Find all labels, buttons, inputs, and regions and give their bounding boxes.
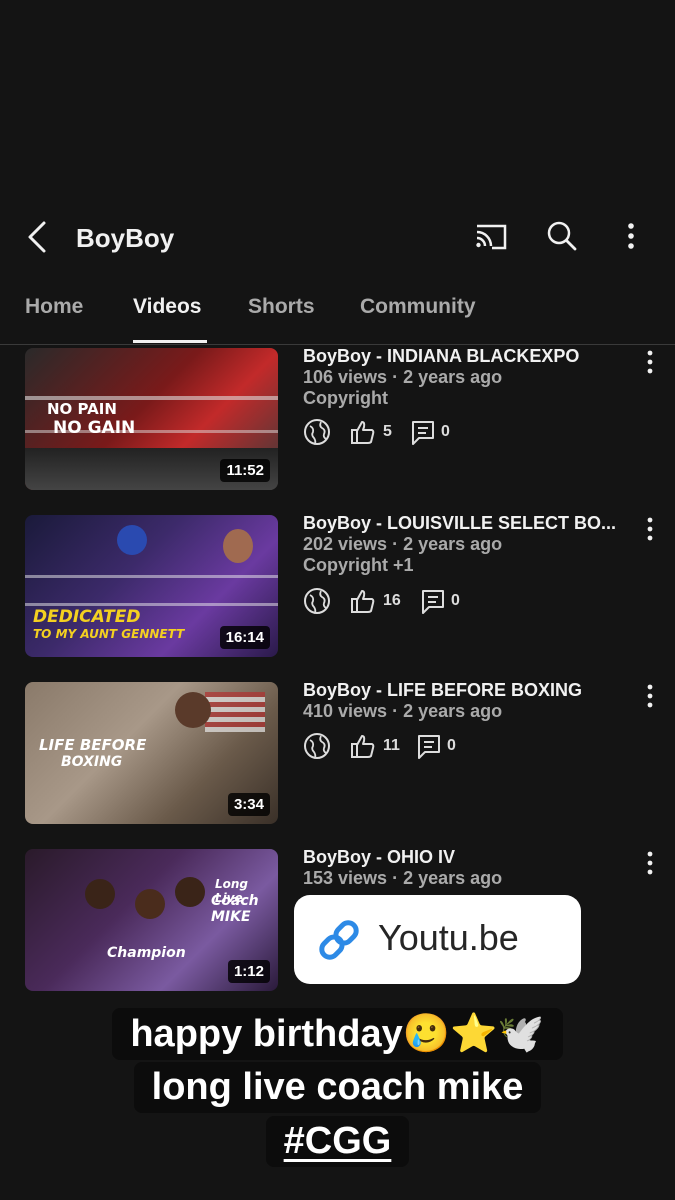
channel-title: BoyBoy (76, 223, 175, 253)
thumbnail-text: BOXING (61, 754, 123, 770)
more-vert-icon[interactable] (612, 217, 650, 255)
cast-icon[interactable] (472, 217, 510, 255)
video-copyright: Copyright (303, 388, 388, 408)
thumbs-up-icon (351, 735, 375, 758)
video-thumbnail[interactable]: LIFE BEFORE BOXING 3:34 (25, 682, 278, 824)
thumbnail-text: LIFE BEFORE (39, 736, 147, 754)
video-meta: 153 views · 2 years ago (303, 868, 503, 888)
tab-home[interactable]: Home (25, 295, 83, 319)
video-duration: 1:12 (227, 960, 270, 983)
thumbnail-text: TO MY AUNT GENNETT (33, 627, 185, 641)
globe-icon (304, 419, 330, 445)
video-duration: 3:34 (227, 793, 270, 816)
thumbnail-text: NO GAIN (53, 418, 136, 438)
thumbnail-text: DEDICATED (33, 607, 141, 627)
tab-community[interactable]: Community (360, 295, 476, 319)
comment-count: 0 (441, 423, 450, 440)
link-icon (319, 920, 359, 960)
caption-hashtag[interactable]: #CGG (265, 1116, 410, 1167)
video-title[interactable]: BoyBoy - OHIO IV (303, 847, 633, 868)
comment-icon (418, 735, 440, 759)
more-vert-icon[interactable] (640, 515, 660, 543)
like-count: 5 (383, 423, 392, 440)
more-vert-icon[interactable] (640, 849, 660, 877)
video-title[interactable]: BoyBoy - LIFE BEFORE BOXING (303, 680, 633, 701)
video-thumbnail[interactable]: DEDICATED TO MY AUNT GENNETT 16:14 (25, 515, 278, 657)
channel-header: BoyBoy (0, 205, 675, 267)
video-duration: 16:14 (219, 626, 270, 649)
story-caption: happy birthday🥲⭐🕊️ (0, 1008, 675, 1060)
active-tab-indicator (133, 340, 207, 343)
thumbs-up-icon (351, 590, 375, 613)
link-sticker-text: Youtu.be (378, 917, 519, 958)
thumbs-up-icon (351, 421, 375, 444)
tab-videos[interactable]: Videos (133, 295, 201, 319)
video-title[interactable]: BoyBoy - LOUISVILLE SELECT BO... (303, 513, 633, 534)
globe-icon (304, 588, 330, 614)
video-duration: 11:52 (220, 459, 270, 482)
thumbnail-text: NO PAIN (47, 400, 117, 418)
thumbnail-text: Coach MIKE (211, 893, 259, 925)
globe-icon (304, 733, 330, 759)
search-icon[interactable] (543, 217, 581, 255)
comment-icon (422, 590, 444, 614)
video-meta: 106 views · 2 years ago (303, 367, 503, 387)
video-copyright: Copyright +1 (303, 555, 414, 575)
like-count: 11 (383, 737, 400, 754)
video-thumbnail[interactable]: NO PAIN NO GAIN 11:52 (25, 348, 278, 490)
back-arrow-icon[interactable] (22, 217, 54, 257)
video-title[interactable]: BoyBoy - INDIANA BLACKEXPO (303, 346, 633, 367)
thumbnail-text: Champion (107, 945, 186, 961)
video-meta: 410 views · 2 years ago (303, 701, 503, 721)
channel-tabs: Home Videos Shorts Community (0, 283, 675, 345)
comment-count: 0 (447, 737, 456, 754)
video-meta: 202 views · 2 years ago (303, 534, 503, 554)
caption-line: happy birthday🥲⭐🕊️ (112, 1008, 563, 1060)
story-caption: long live coach mike (0, 1062, 675, 1113)
story-caption: #CGG (0, 1116, 675, 1167)
video-thumbnail[interactable]: Long Live Coach MIKE Champion 1:12 (25, 849, 278, 991)
caption-line: long live coach mike (133, 1062, 542, 1113)
more-vert-icon[interactable] (640, 348, 660, 376)
comment-icon (412, 421, 434, 445)
tab-shorts[interactable]: Shorts (248, 295, 315, 319)
more-vert-icon[interactable] (640, 682, 660, 710)
link-sticker[interactable]: Youtu.be (294, 895, 581, 984)
comment-count: 0 (451, 592, 460, 609)
like-count: 16 (383, 592, 401, 609)
